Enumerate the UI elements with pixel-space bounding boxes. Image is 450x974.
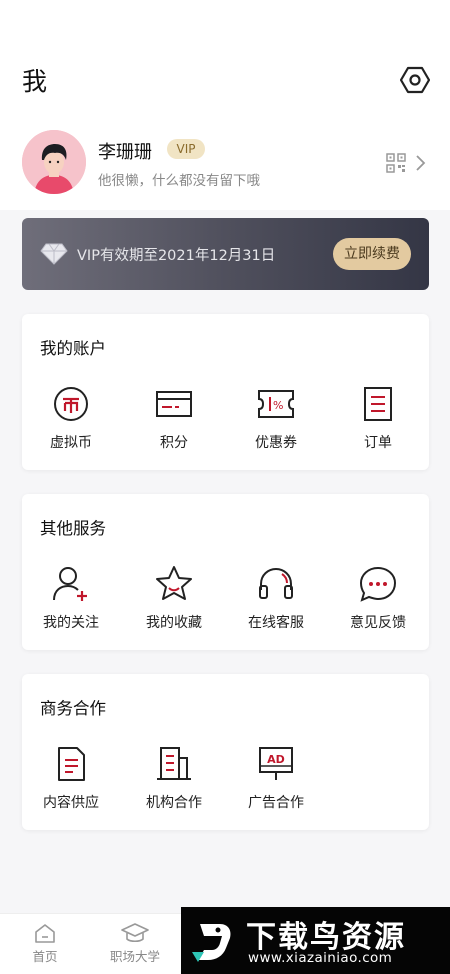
feedback-item[interactable]: 意见反馈 [338, 564, 418, 644]
item-label: 内容供应 [43, 795, 99, 811]
tab-label: 首页 [32, 949, 58, 964]
institution-item[interactable]: 机构合作 [134, 744, 214, 824]
tab-career-university[interactable]: 职场大学 [105, 922, 165, 965]
bird-logo-icon [190, 916, 238, 966]
item-label: 虚拟币 [50, 435, 92, 451]
account-card-title: 我的账户 [40, 339, 106, 358]
chat-bubble-icon [359, 566, 397, 602]
coupon-item[interactable]: % 优惠券 [236, 384, 316, 464]
headset-icon [259, 567, 293, 599]
item-label: 意见反馈 [350, 615, 406, 631]
header [0, 0, 450, 120]
order-icon [364, 387, 392, 421]
item-label: 我的收藏 [146, 615, 202, 631]
svg-text:%: % [273, 399, 283, 412]
tab-home[interactable]: 首页 [15, 922, 75, 965]
avatar[interactable] [22, 130, 86, 194]
item-label: 积分 [160, 435, 188, 451]
follow-user-icon [53, 567, 87, 601]
vip-expiry-text: VIP有效期至2021年12月31日 [77, 248, 276, 264]
business-card-title: 商务合作 [40, 699, 106, 718]
content-supply-item[interactable]: 内容供应 [31, 744, 111, 824]
online-support-item[interactable]: 在线客服 [236, 564, 316, 644]
item-label: 优惠券 [255, 435, 297, 451]
my-follow-item[interactable]: 我的关注 [31, 564, 111, 644]
qr-code-icon[interactable] [386, 153, 406, 173]
item-label: 机构合作 [146, 795, 202, 811]
document-icon [58, 747, 85, 781]
building-icon [157, 747, 191, 780]
item-label: 我的关注 [43, 615, 99, 631]
home-icon [35, 924, 55, 943]
item-label: 在线客服 [248, 615, 304, 631]
username: 李珊珊 [98, 142, 152, 163]
item-label: 订单 [364, 435, 392, 451]
card-icon [156, 391, 192, 417]
ad-board-icon: AD [259, 747, 293, 780]
points-item[interactable]: 积分 [134, 384, 214, 464]
ad-cooperation-item[interactable]: AD 广告合作 [236, 744, 316, 824]
renew-button[interactable]: 立即续费 [333, 238, 411, 270]
services-card-title: 其他服务 [40, 519, 106, 538]
tab-label: 职场大学 [109, 949, 160, 964]
page-title: 我 [22, 67, 48, 96]
item-label: 广告合作 [248, 795, 304, 811]
virtual-coin-item[interactable]: 虚拟币 [31, 384, 111, 464]
coupon-icon: % [258, 390, 294, 418]
graduation-cap-icon [121, 923, 149, 943]
diamond-icon [40, 242, 68, 266]
orders-item[interactable]: 订单 [338, 384, 418, 464]
ad-text: AD [267, 753, 285, 766]
settings-hexagon-icon[interactable] [399, 64, 431, 96]
vip-badge: VIP [167, 139, 205, 159]
coin-icon [54, 387, 88, 421]
my-favorites-item[interactable]: 我的收藏 [134, 564, 214, 644]
user-bio: 他很懒，什么都没有留下哦 [98, 173, 260, 189]
chevron-right-icon[interactable] [414, 154, 426, 172]
watermark-url: www.xiazainiao.com [248, 950, 393, 966]
star-icon [156, 566, 192, 600]
